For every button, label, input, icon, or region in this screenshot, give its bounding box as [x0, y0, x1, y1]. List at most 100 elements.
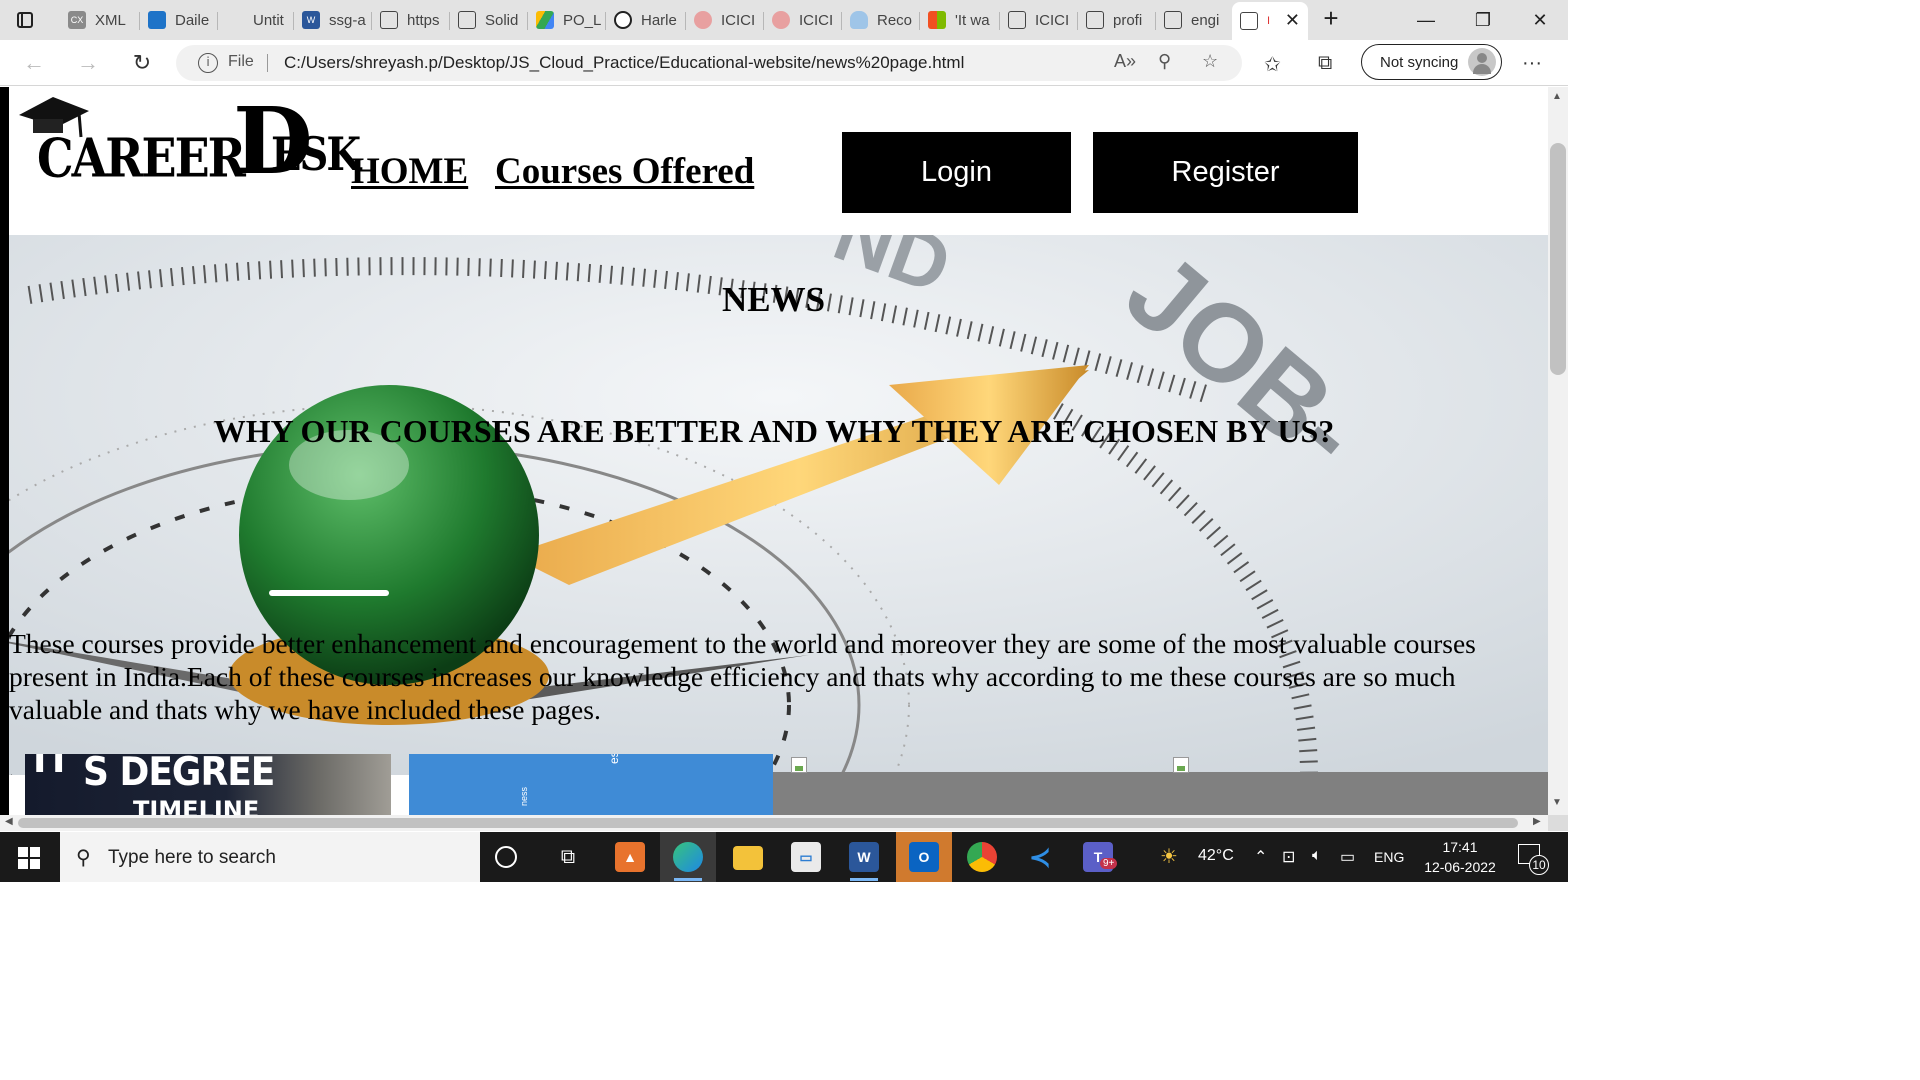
- new-tab-button[interactable]: +: [1318, 5, 1344, 33]
- tab-label: ICICI: [799, 11, 834, 29]
- taskbar-clock[interactable]: 17:41 12-06-2022: [1416, 837, 1504, 877]
- browser-tab[interactable]: ICICI: [686, 4, 764, 36]
- document-icon: [1240, 12, 1258, 30]
- collections-icon[interactable]: ⧉: [1318, 52, 1332, 75]
- browser-tab[interactable]: Harle: [606, 4, 686, 36]
- volume-icon[interactable]: 🔈︎: [1312, 847, 1322, 865]
- document-icon: [1008, 11, 1026, 29]
- weather-icon[interactable]: ☀: [1160, 844, 1178, 869]
- taskbar-search[interactable]: ⚲ Type here to search: [60, 832, 480, 882]
- horizontal-scrollbar[interactable]: ◀ ▶: [0, 815, 1548, 831]
- notification-center-icon[interactable]: 10: [1518, 844, 1549, 875]
- word-icon[interactable]: W: [836, 832, 892, 882]
- logo-text-desk: ESK: [271, 127, 361, 182]
- browser-tab[interactable]: Solid: [450, 4, 528, 36]
- tab-label: profi: [1113, 11, 1143, 29]
- professional-card[interactable]: essional ness: [409, 754, 773, 815]
- browser-tab[interactable]: CX XML: [60, 4, 140, 36]
- favorites-icon[interactable]: ✩: [1264, 52, 1281, 77]
- site-info-icon[interactable]: i: [198, 53, 218, 73]
- search-icon: ⚲: [76, 847, 91, 869]
- news-title: NEWS: [722, 280, 826, 319]
- notification-count: 10: [1529, 855, 1549, 875]
- career-desk-logo[interactable]: CAREER D ESK: [19, 93, 361, 190]
- browser-tab[interactable]: profi: [1078, 4, 1156, 36]
- teams-icon[interactable]: T 9+: [1070, 832, 1126, 882]
- url-text[interactable]: C:/Users/shreyash.p/Desktop/JS_Cloud_Pra…: [284, 53, 964, 73]
- broken-image-icon[interactable]: [791, 757, 807, 773]
- scrollbar-thumb[interactable]: [18, 818, 1518, 828]
- browser-tab[interactable]: PO_L: [528, 4, 606, 36]
- network-icon[interactable]: ⊡: [1282, 847, 1295, 867]
- store-icon[interactable]: ▭: [778, 832, 834, 882]
- restore-icon[interactable]: ❐: [1463, 6, 1503, 34]
- clock-date: 12-06-2022: [1424, 859, 1496, 875]
- zoom-icon[interactable]: ⚲: [1158, 51, 1171, 72]
- browser-tab[interactable]: Reco: [842, 4, 920, 36]
- app-orange-icon[interactable]: ▲: [602, 832, 658, 882]
- logo-text-career: CAREER: [37, 126, 246, 190]
- browser-tab[interactable]: ICICI: [1000, 4, 1078, 36]
- scrollbar-thumb[interactable]: [1550, 143, 1566, 375]
- tab-label: Daile: [175, 11, 210, 29]
- add-favorite-icon[interactable]: ☆: [1202, 51, 1218, 72]
- vscode-icon[interactable]: ≺: [1012, 832, 1068, 882]
- browser-tab[interactable]: ICICI: [764, 4, 842, 36]
- register-button[interactable]: Register: [1093, 132, 1358, 213]
- chrome-icon[interactable]: [954, 832, 1010, 882]
- windows-start-icon[interactable]: [18, 847, 40, 869]
- minimize-icon[interactable]: —: [1406, 6, 1446, 34]
- document-icon: [380, 11, 398, 29]
- forward-icon[interactable]: →: [74, 49, 102, 77]
- tab-label: PO_L: [563, 11, 602, 29]
- word-doc-icon: W: [302, 11, 320, 29]
- browser-tab[interactable]: engi: [1156, 4, 1232, 36]
- tab-label: engi: [1191, 11, 1220, 29]
- weather-temp[interactable]: 42°C: [1198, 847, 1234, 865]
- tab-label: Solid: [485, 11, 519, 29]
- nav-courses-link[interactable]: Courses Offered: [495, 150, 754, 193]
- language-indicator[interactable]: ENG: [1374, 849, 1404, 865]
- cortana-icon[interactable]: [482, 832, 538, 882]
- login-button[interactable]: Login: [842, 132, 1071, 213]
- card1-top-text: IT: [33, 754, 71, 781]
- browser-toolbar: ← → ↻ i File C:/Users/shreyash.p/Desktop…: [0, 40, 1568, 86]
- xml-file-icon: CX: [68, 11, 86, 29]
- scroll-up-icon[interactable]: ▲: [1552, 91, 1562, 102]
- degree-timeline-card[interactable]: IT S DEGREE TIMELINE: [25, 754, 391, 815]
- scroll-down-icon[interactable]: ▼: [1552, 797, 1562, 808]
- scroll-right-icon[interactable]: ▶: [1533, 816, 1541, 827]
- scroll-left-icon[interactable]: ◀: [5, 816, 13, 827]
- broken-image-icon[interactable]: [1173, 757, 1189, 773]
- file-explorer-icon[interactable]: [720, 832, 776, 882]
- document-icon: [1086, 11, 1104, 29]
- back-icon[interactable]: ←: [20, 49, 48, 77]
- browser-tab[interactable]: Daile: [140, 4, 218, 36]
- task-view-icon[interactable]: ⧉: [540, 832, 596, 882]
- refresh-icon[interactable]: ↻: [128, 49, 156, 77]
- nav-home-link[interactable]: HOME: [351, 150, 468, 193]
- address-bar[interactable]: i File C:/Users/shreyash.p/Desktop/JS_Cl…: [176, 45, 1242, 81]
- more-menu-icon[interactable]: ···: [1522, 52, 1542, 75]
- tab-label: ssg-a: [329, 11, 366, 29]
- show-hidden-icons-icon[interactable]: ⌃: [1254, 847, 1267, 867]
- read-aloud-icon[interactable]: A»: [1114, 51, 1136, 72]
- edge-browser-icon[interactable]: [660, 832, 716, 882]
- battery-icon[interactable]: ▭: [1340, 847, 1355, 867]
- browser-tab-active[interactable]: I ✕: [1232, 2, 1308, 40]
- profile-button[interactable]: Not syncing: [1361, 44, 1502, 80]
- tab-label: Reco: [877, 11, 913, 29]
- browser-tab[interactable]: Untit: [218, 4, 294, 36]
- browser-tab[interactable]: 'It wa: [920, 4, 1000, 36]
- tab-label: XML: [95, 11, 126, 29]
- tab-label: https: [407, 11, 440, 29]
- outlook-icon[interactable]: O: [896, 832, 952, 882]
- close-tab-icon[interactable]: ✕: [1285, 10, 1300, 31]
- vertical-scrollbar[interactable]: ▲ ▼: [1548, 87, 1568, 815]
- browser-tab-strip: CX XML Daile Untit W ssg-a https Solid P…: [0, 0, 1568, 40]
- browser-tab[interactable]: W ssg-a: [294, 4, 372, 36]
- tab-label: Untit: [253, 11, 284, 29]
- tab-actions-icon[interactable]: [14, 9, 36, 31]
- close-window-icon[interactable]: ✕: [1520, 6, 1560, 34]
- browser-tab[interactable]: https: [372, 4, 450, 36]
